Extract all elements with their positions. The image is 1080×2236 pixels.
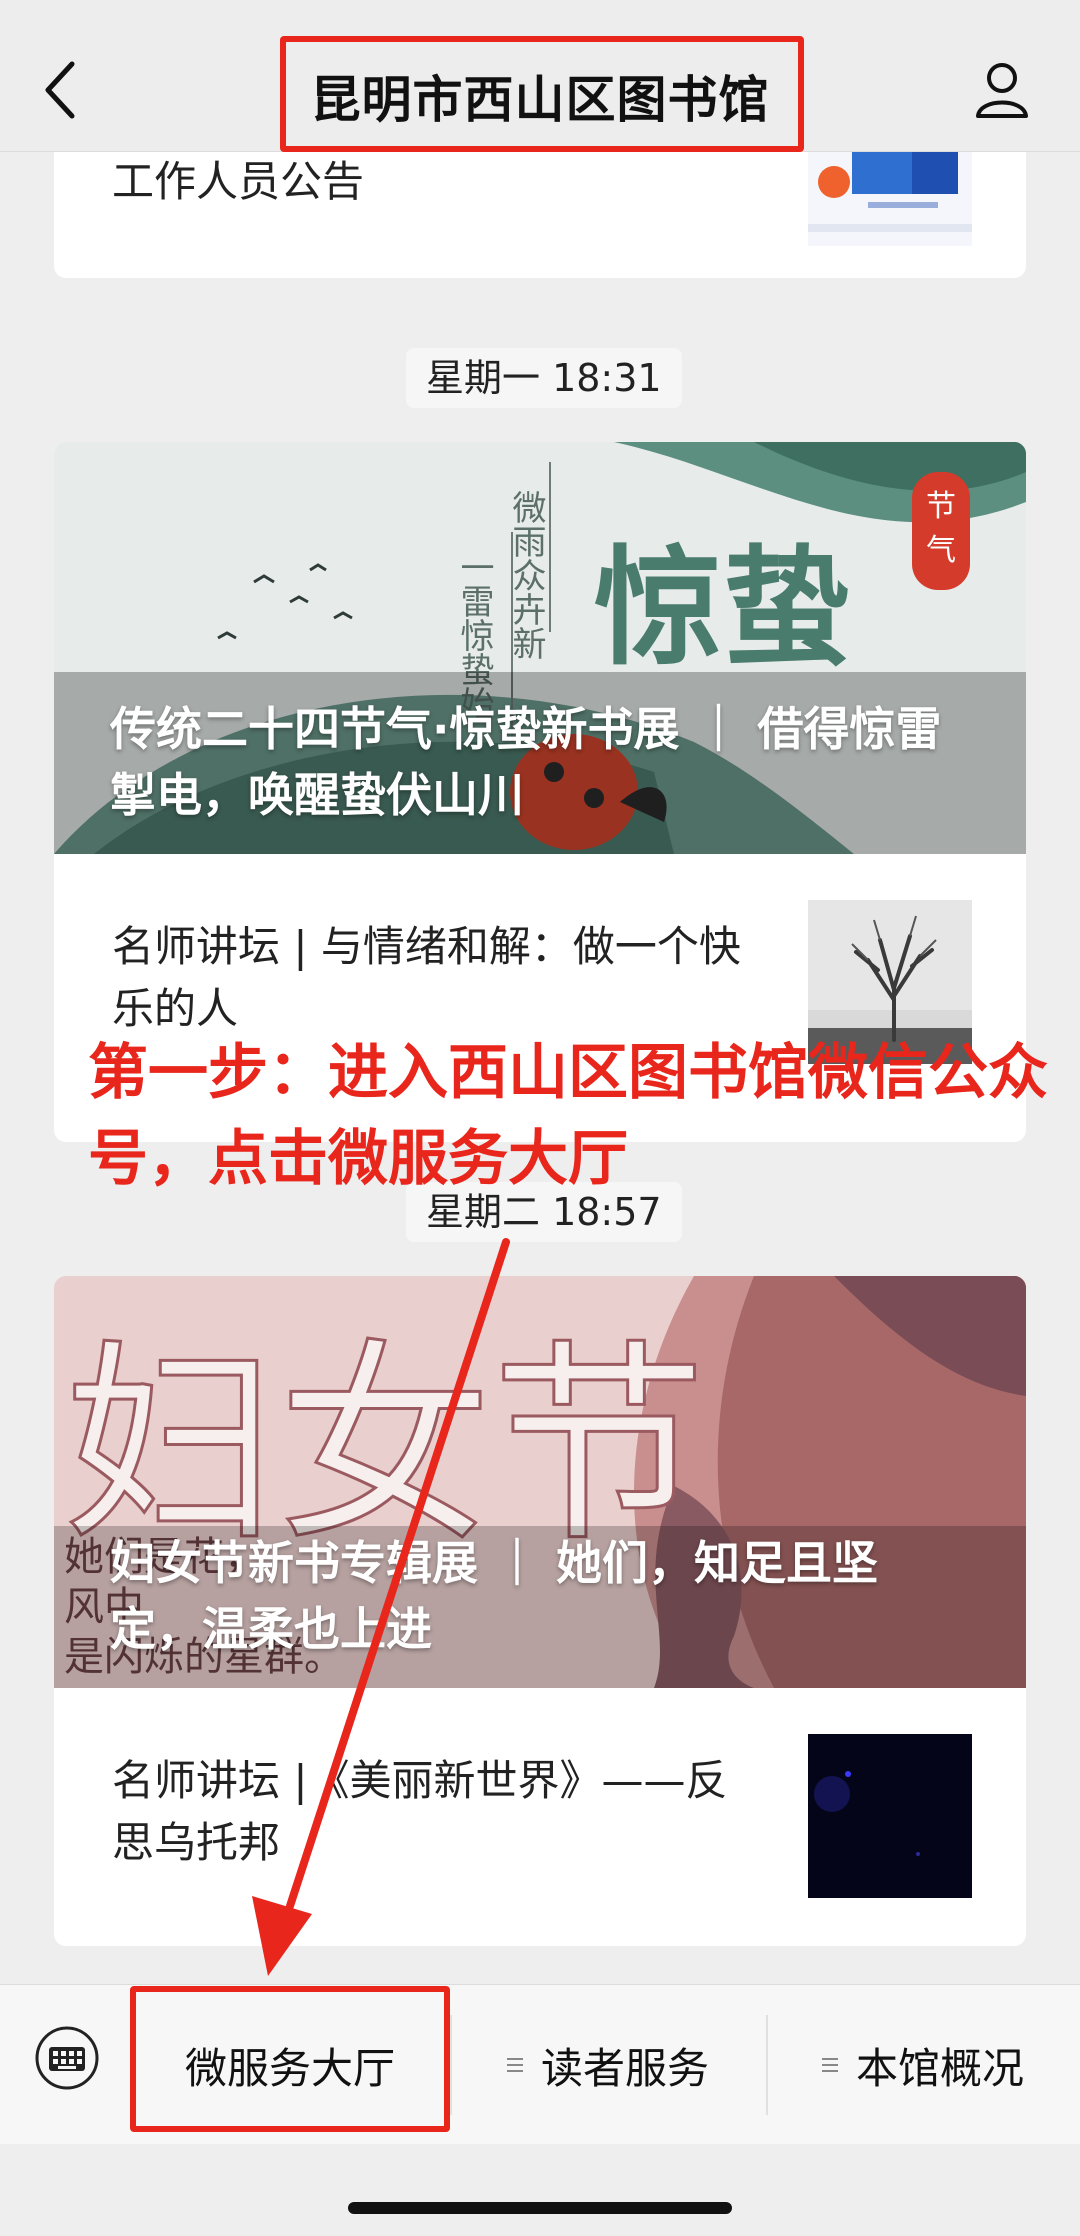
user-icon[interactable] bbox=[972, 58, 1032, 122]
article-title: 工作人员公告 bbox=[112, 157, 365, 206]
article-title: 名师讲坛 | 与情绪和解：做一个快乐的人 bbox=[112, 922, 741, 1033]
cover-title: 传统二十四节气·惊蛰新书展 ｜ 借得惊雷掣电，唤醒蛰伏山川 bbox=[110, 702, 942, 822]
cover-title: 妇女节新书专辑展 ｜ 她们，知足且坚定，温柔也上进 bbox=[110, 1536, 879, 1656]
article-thumbnail bbox=[808, 140, 972, 246]
article-cover[interactable]: 微雨众卉新 一雷惊蛰始 惊蛰 节 气 传统二十四节气·惊蛰新书展 ｜ 借得惊雷掣… bbox=[54, 442, 1026, 854]
menu-lines-icon bbox=[821, 2055, 842, 2075]
article-cover[interactable]: 妇女节 她们是花， 风中 是闪烁的星群。 妇女节新书专辑展 ｜ 她们，知足且坚定… bbox=[54, 1276, 1026, 1688]
menu-lines-icon bbox=[506, 2055, 527, 2075]
poem-column-1: 微雨众卉新 bbox=[506, 490, 546, 660]
timestamp: 星期一 18:31 bbox=[406, 348, 682, 408]
menu-label: 本馆概况 bbox=[855, 2043, 1024, 2093]
article-card: 妇女节 她们是花， 风中 是闪烁的星群。 妇女节新书专辑展 ｜ 她们，知足且坚定… bbox=[54, 1276, 1026, 1946]
menu-library-overview[interactable]: 本馆概况 bbox=[766, 1985, 1080, 2145]
button-highlight-box bbox=[130, 1986, 450, 2132]
keyboard-icon[interactable] bbox=[34, 2025, 100, 2091]
article-title: 名师讲坛 |《美丽新世界》——反思乌托邦 bbox=[112, 1756, 728, 1867]
cover-big-text: 惊蛰 bbox=[594, 534, 850, 683]
article-row[interactable]: 名师讲坛 |《美丽新世界》——反思乌托邦 bbox=[54, 1688, 1026, 1918]
home-indicator bbox=[348, 2202, 732, 2214]
instruction-annotation: 第一步：进入西山区图书馆微信公众号，点击微服务大厅 bbox=[88, 1038, 1048, 1194]
svg-text:节: 节 bbox=[926, 489, 956, 524]
menu-label: 读者服务 bbox=[540, 2043, 709, 2093]
svg-text:气: 气 bbox=[926, 533, 956, 568]
menu-reader-service[interactable]: 读者服务 bbox=[450, 1985, 766, 2145]
dark-thumbnail bbox=[808, 1734, 972, 1898]
title-highlight-box bbox=[280, 36, 804, 152]
